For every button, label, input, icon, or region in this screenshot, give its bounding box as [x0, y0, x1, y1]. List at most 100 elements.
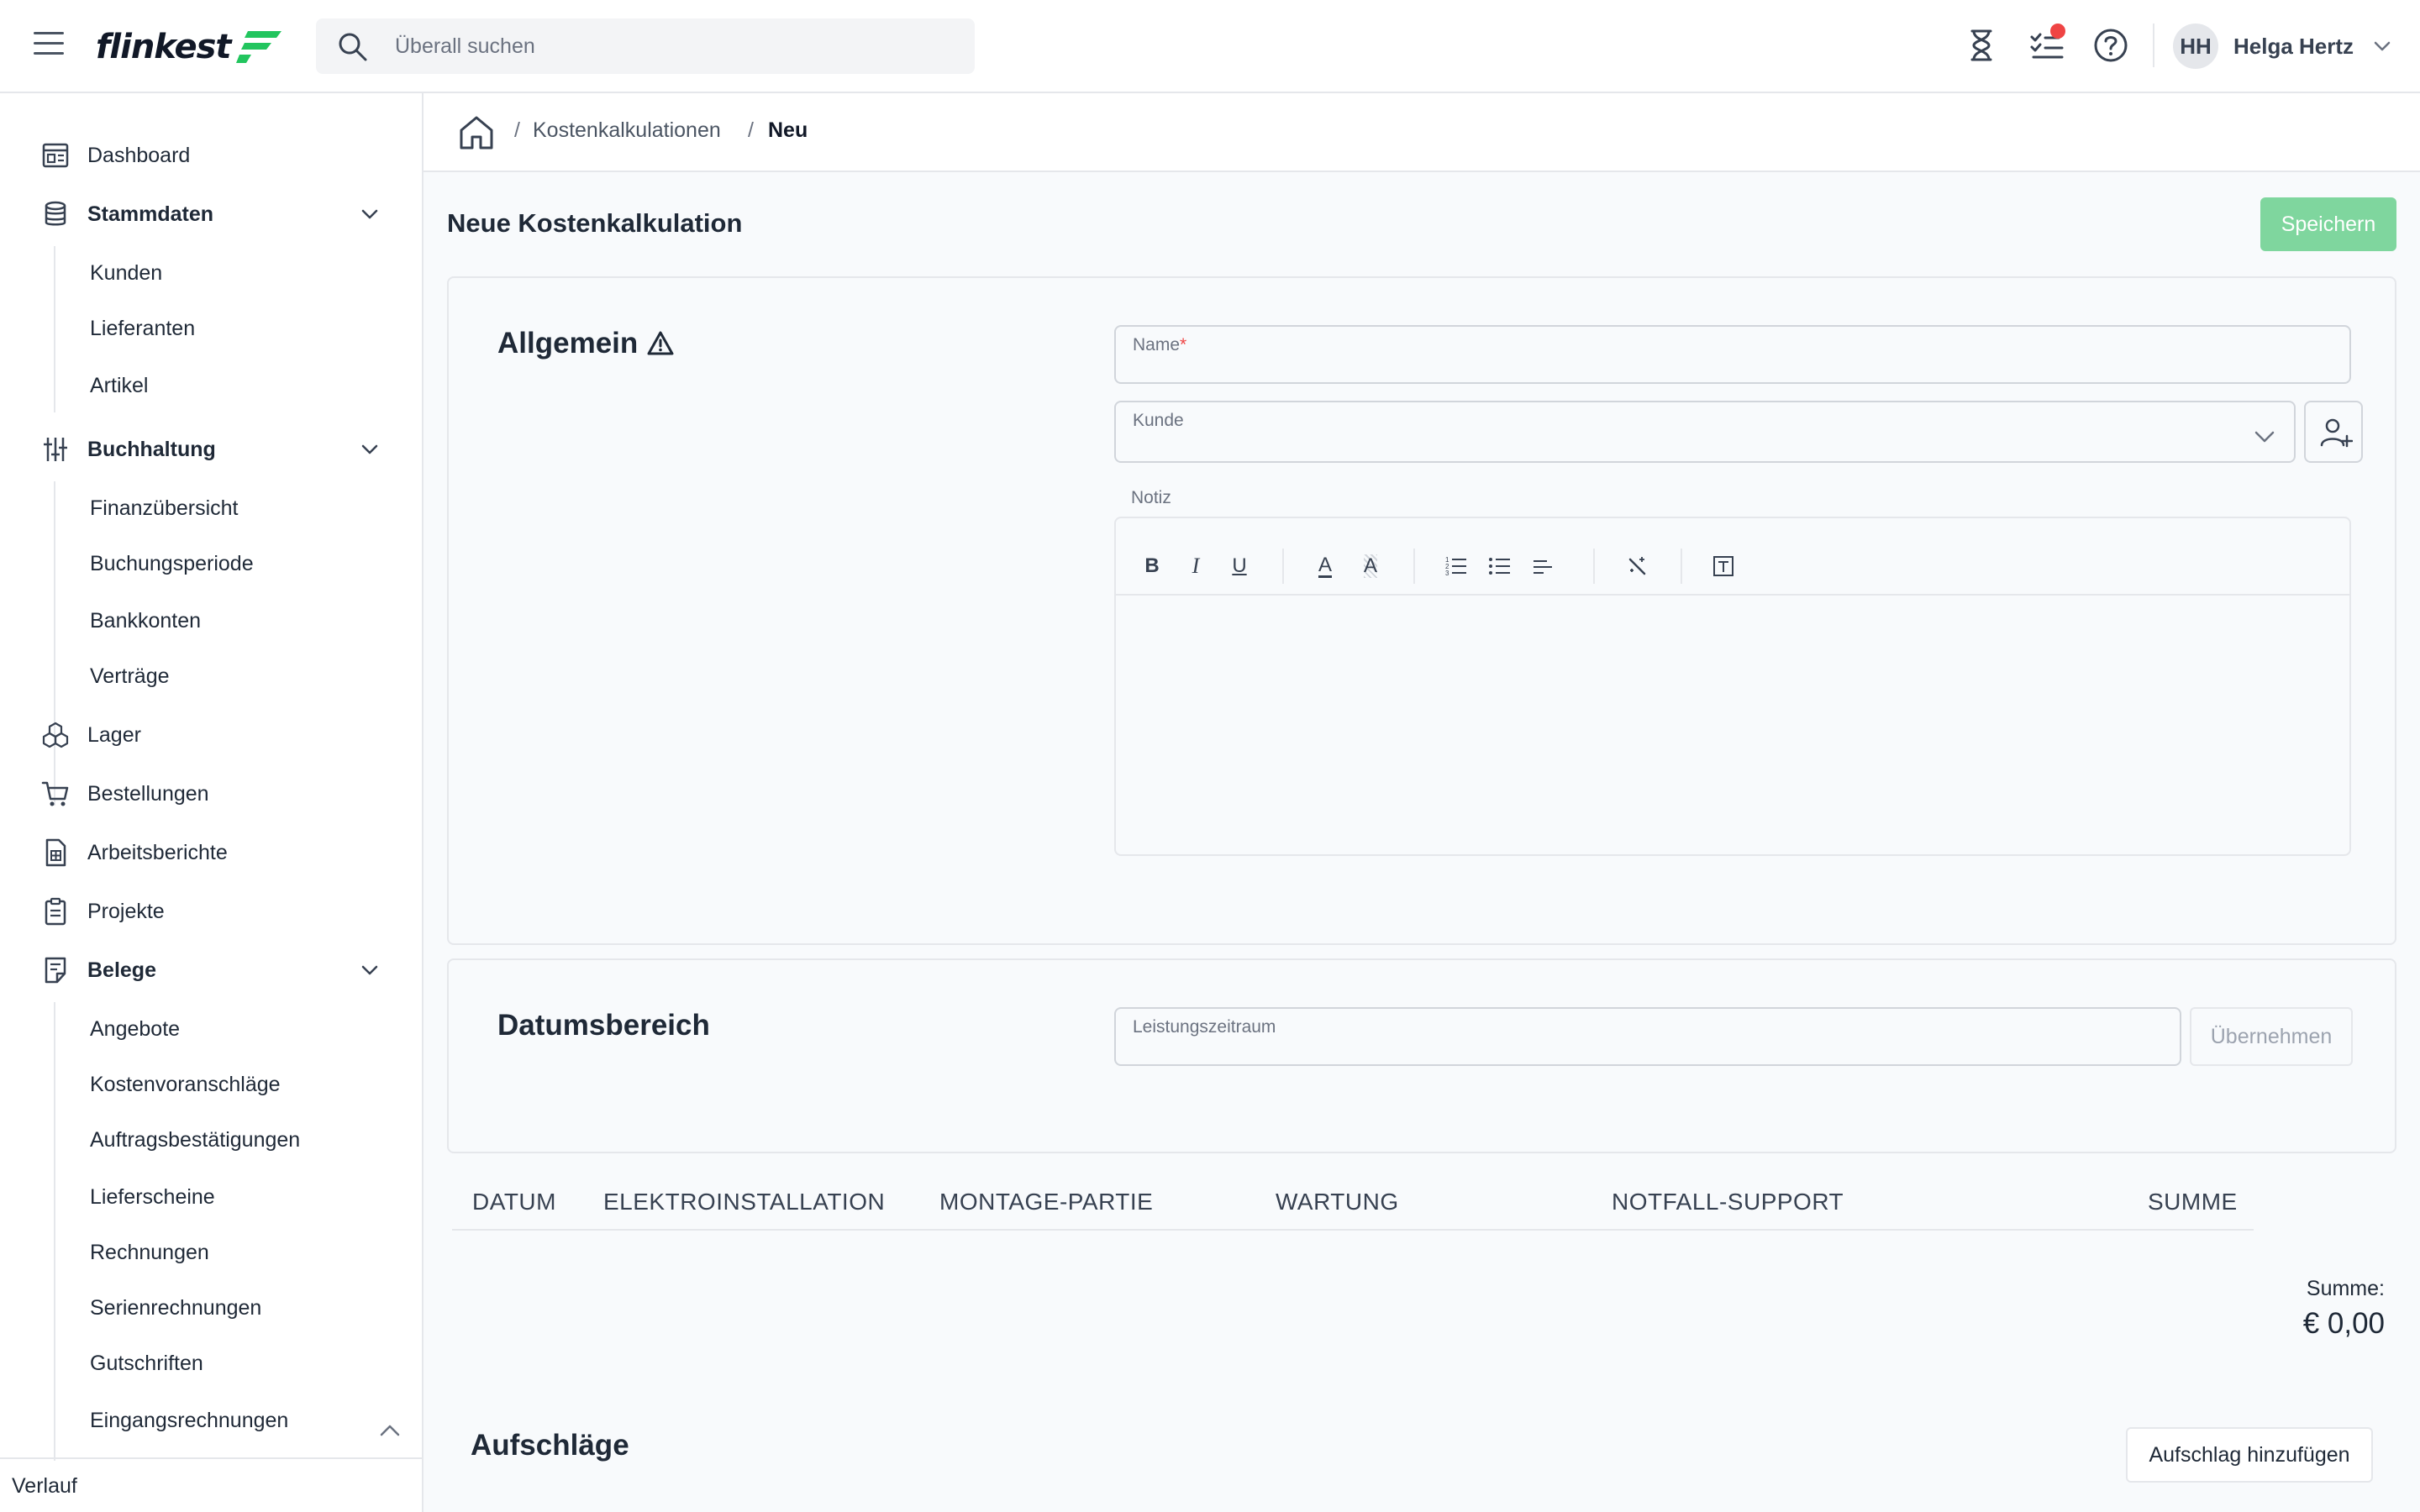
bullet-list-button[interactable] [1487, 554, 1512, 579]
leistungszeitraum-label: Leistungszeitraum [1133, 1017, 1276, 1037]
toolbar-divider [1413, 549, 1415, 584]
apply-button[interactable]: Übernehmen [2190, 1007, 2353, 1066]
leistungszeitraum-input[interactable] [1133, 1037, 2129, 1061]
report-icon [45, 838, 66, 867]
column-header-wartung[interactable]: WARTUNG [1276, 1189, 1399, 1215]
sidebar-item-rechnungen[interactable]: Rechnungen [0, 1229, 422, 1276]
sidebar-item-lieferscheine[interactable]: Lieferscheine [0, 1173, 422, 1221]
notiz-label: Notiz [1131, 488, 1171, 507]
sidebar-item-kostenvoranschlaege[interactable]: Kostenvoranschläge [0, 1061, 422, 1108]
sidebar-item-lager[interactable]: Lager [0, 710, 422, 760]
italic-icon: I [1192, 554, 1200, 578]
breadcrumb-link[interactable]: Kostenkalkulationen [533, 118, 721, 143]
save-button[interactable]: Speichern [2260, 197, 2396, 251]
chevron-up-icon[interactable] [376, 1417, 403, 1444]
name-field[interactable]: Name* [1114, 325, 2351, 384]
sidebar-item-kunden[interactable]: Kunden [0, 249, 422, 297]
sidebar-item-label: Rechnungen [90, 1240, 209, 1264]
kunde-input[interactable] [1133, 431, 2244, 454]
sidebar-item-vertraege[interactable]: Verträge [0, 653, 422, 700]
sidebar-item-label: Dashboard [87, 143, 191, 167]
column-header-elektroinstallation[interactable]: ELEKTROINSTALLATION [603, 1189, 885, 1215]
sidebar-item-label: Serienrechnungen [90, 1295, 262, 1320]
sidebar-item-dashboard[interactable]: Dashboard [0, 130, 422, 181]
add-customer-button[interactable] [2304, 401, 2363, 463]
breadcrumb: / Kostenkalkulationen / Neu [424, 93, 2420, 172]
font-color-button[interactable]: A [1313, 554, 1338, 579]
kosten-table-header: DATUM ELEKTROINSTALLATION MONTAGE-PARTIE… [452, 1177, 2254, 1231]
column-header-montage-partie[interactable]: MONTAGE-PARTIE [939, 1189, 1153, 1215]
font-color-icon: A [1318, 553, 1332, 578]
leistungszeitraum-field[interactable]: Leistungszeitraum [1114, 1007, 2181, 1066]
sidebar-item-label: Lieferscheine [90, 1184, 215, 1209]
sidebar-item-projekte[interactable]: Projekte [0, 886, 422, 937]
align-left-icon [1534, 560, 1552, 574]
top-bar: flinkest HH Helga Hertz [0, 0, 2420, 93]
sidebar-item-label: Kunden [90, 260, 163, 285]
sidebar-item-auftragsbestaetigungen[interactable]: Auftragsbestätigungen [0, 1116, 422, 1163]
datumsbereich-card: Datumsbereich Leistungszeitraum Übernehm… [447, 958, 2396, 1153]
clipboard-icon [45, 897, 66, 926]
sidebar-item-label: Bestellungen [87, 781, 209, 806]
column-header-summe[interactable]: SUMME [2148, 1189, 2238, 1215]
align-button[interactable] [1531, 554, 1556, 579]
italic-button[interactable]: I [1183, 554, 1208, 579]
underline-icon: U [1232, 554, 1247, 577]
section-title: Allgemein [497, 327, 675, 360]
sidebar: Dashboard Stammdaten Kunden Lieferanten … [0, 93, 424, 1512]
sidebar-item-stammdaten[interactable]: Stammdaten [0, 189, 422, 239]
sidebar-item-label: Verträge [90, 664, 170, 688]
clear-format-button[interactable] [1625, 554, 1650, 579]
sidebar-item-bankkonten[interactable]: Bankkonten [0, 597, 422, 644]
underline-button[interactable]: U [1227, 554, 1252, 579]
chevron-down-icon[interactable] [2252, 424, 2277, 449]
ordered-list-button[interactable]: 1 2 3 [1444, 554, 1469, 579]
logo[interactable]: flinkest [96, 24, 283, 71]
home-icon[interactable] [457, 113, 496, 152]
notification-badge [2050, 24, 2065, 39]
kunde-select[interactable]: Kunde [1114, 401, 2296, 463]
menu-icon[interactable] [34, 32, 64, 57]
sidebar-item-label: Gutschriften [90, 1351, 203, 1375]
kunde-label: Kunde [1133, 411, 1184, 430]
sidebar-item-gutschriften[interactable]: Gutschriften [0, 1340, 422, 1387]
logo-text: flinkest [96, 28, 232, 66]
bold-button[interactable]: B [1139, 554, 1165, 579]
sidebar-item-buchungsperiode[interactable]: Buchungsperiode [0, 540, 422, 587]
help-icon[interactable] [2092, 27, 2129, 64]
sidebar-item-label: Belege [87, 958, 156, 982]
highlight-icon: A [1363, 554, 1377, 578]
toolbar-divider [1681, 549, 1682, 584]
verlauf-panel-toggle[interactable]: Verlauf [0, 1457, 422, 1512]
hourglass-icon[interactable] [1963, 27, 2000, 64]
highlight-button[interactable]: A [1358, 554, 1383, 579]
sidebar-item-label: Buchhaltung [87, 437, 216, 461]
sidebar-item-belege[interactable]: Belege [0, 945, 422, 995]
sidebar-item-buchhaltung[interactable]: Buchhaltung [0, 424, 422, 475]
sidebar-item-serienrechnungen[interactable]: Serienrechnungen [0, 1284, 422, 1331]
name-input[interactable] [1133, 355, 2299, 379]
add-surcharge-button[interactable]: Aufschlag hinzufügen [2126, 1427, 2373, 1483]
notiz-editor[interactable]: B I U A A 1 2 3 [1114, 517, 2351, 856]
required-mark: * [1180, 335, 1187, 354]
sidebar-item-arbeitsberichte[interactable]: Arbeitsberichte [0, 827, 422, 878]
chevron-down-icon [361, 444, 378, 454]
column-header-datum[interactable]: DATUM [472, 1189, 556, 1215]
page-title: Neue Kostenkalkulation [447, 208, 743, 238]
sidebar-item-eingangsrechnungen[interactable]: Eingangsrechnungen [0, 1397, 422, 1444]
text-box-button[interactable] [1711, 554, 1736, 579]
sidebar-item-label: Artikel [90, 373, 149, 397]
breadcrumb-separator: / [514, 118, 520, 142]
search-input[interactable] [395, 18, 950, 74]
sidebar-item-bestellungen[interactable]: Bestellungen [0, 769, 422, 819]
sidebar-item-artikel[interactable]: Artikel [0, 362, 422, 409]
column-header-notfall-support[interactable]: NOTFALL-SUPPORT [1612, 1189, 1844, 1215]
breadcrumb-current: Neu [768, 118, 808, 142]
sidebar-item-angebote[interactable]: Angebote [0, 1005, 422, 1053]
sidebar-item-lieferanten[interactable]: Lieferanten [0, 305, 422, 352]
name-label: Name* [1133, 335, 1186, 355]
section-title: Datumsbereich [497, 1009, 710, 1042]
global-search[interactable] [316, 18, 975, 74]
user-menu[interactable]: HH Helga Hertz [2173, 24, 2392, 69]
sidebar-item-finanzuebersicht[interactable]: Finanzübersicht [0, 485, 422, 532]
